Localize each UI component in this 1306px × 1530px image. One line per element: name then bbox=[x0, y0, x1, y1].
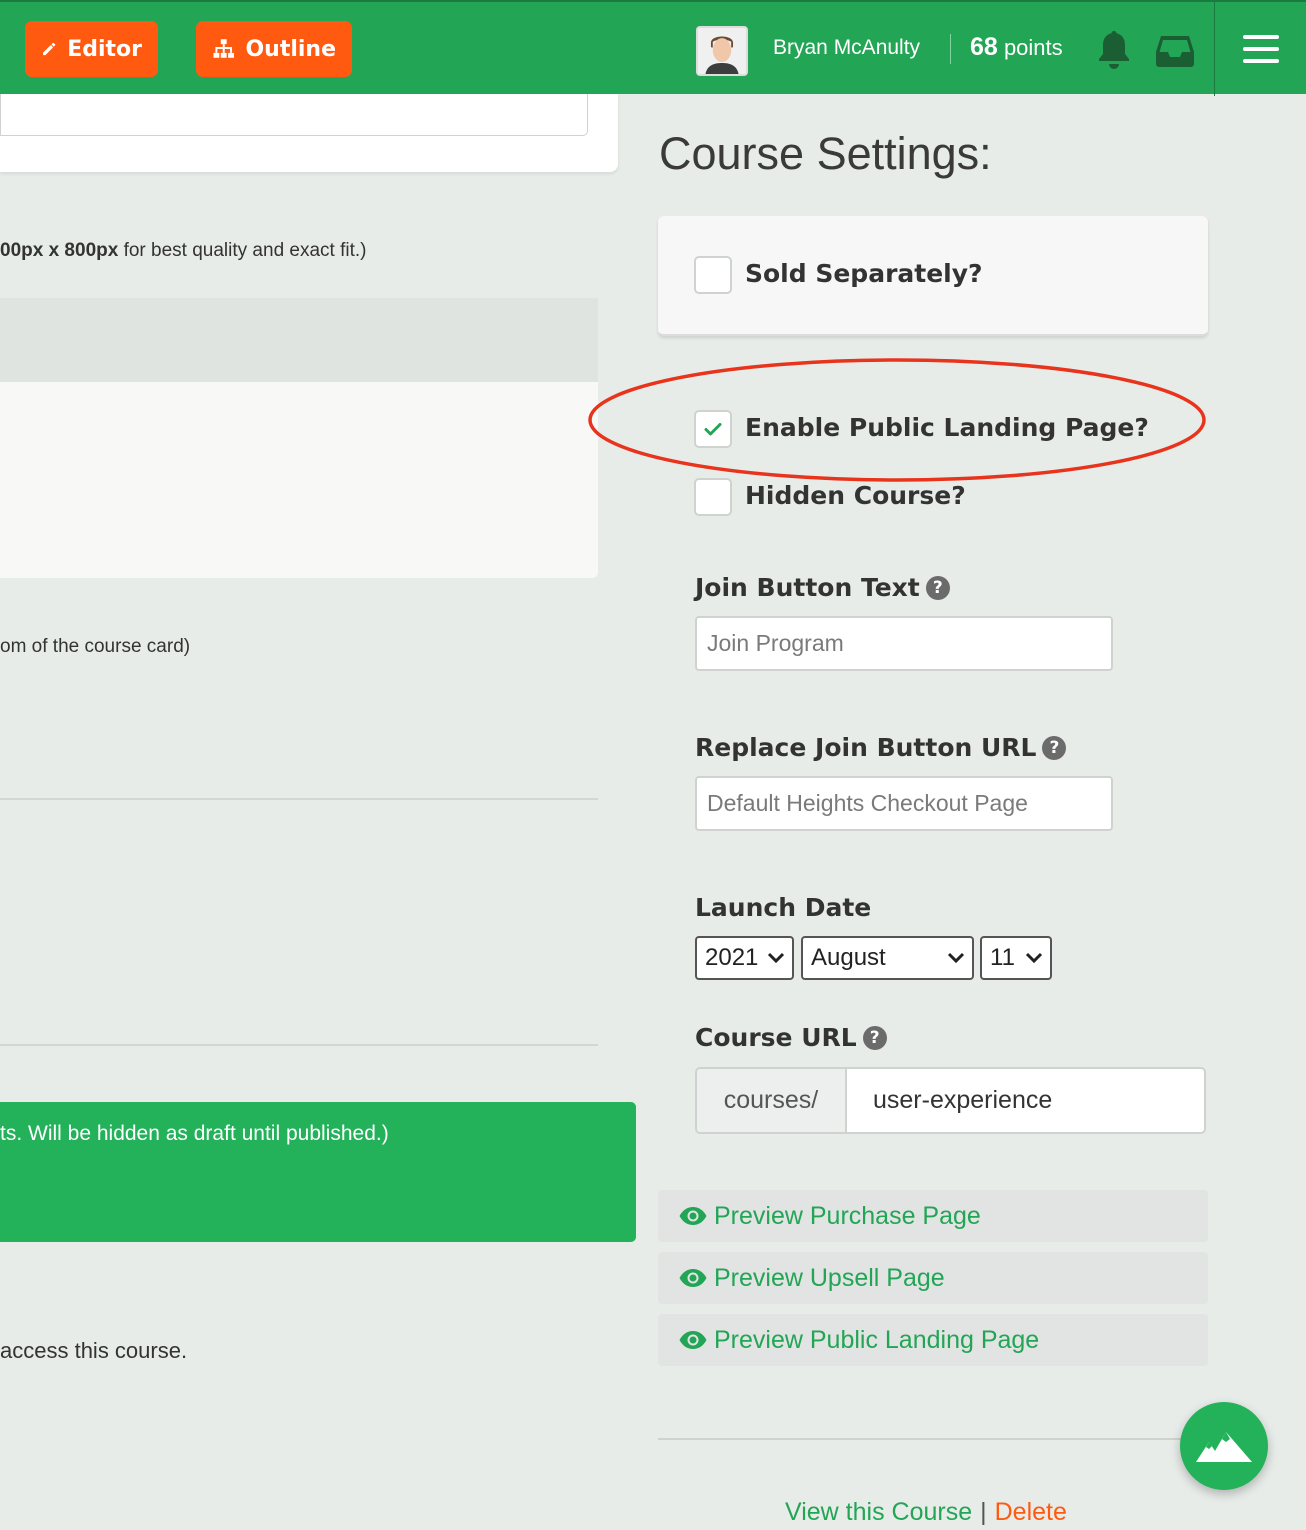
image-size-hint: 00px x 800px for best quality and exact … bbox=[0, 240, 367, 262]
chevron-down-icon bbox=[947, 952, 965, 964]
preview-purchase-page-label: Preview Purchase Page bbox=[714, 1201, 981, 1230]
outline-button-label: Outline bbox=[245, 36, 336, 62]
header-divider bbox=[950, 34, 951, 64]
launch-day-select[interactable]: 11 bbox=[980, 936, 1052, 980]
left-card-top bbox=[0, 94, 618, 172]
launch-year-value: 2021 bbox=[705, 944, 759, 971]
access-note: access this course. bbox=[0, 1338, 188, 1363]
join-button-text-label-text: Join Button Text bbox=[695, 573, 920, 602]
left-input-field[interactable] bbox=[0, 94, 588, 136]
editor-button-label: Editor bbox=[67, 36, 142, 62]
help-icon[interactable]: ? bbox=[925, 575, 950, 600]
hidden-course-checkbox[interactable] bbox=[694, 478, 732, 516]
footer-links: View this Course | Delete bbox=[785, 1498, 1067, 1527]
sold-separately-label[interactable]: Sold Separately? bbox=[745, 259, 983, 288]
chevron-down-icon bbox=[1025, 952, 1043, 964]
replace-join-url-input[interactable] bbox=[695, 776, 1113, 831]
eye-icon bbox=[679, 1269, 707, 1287]
help-icon[interactable]: ? bbox=[1042, 735, 1067, 760]
points-value: 68 bbox=[970, 33, 998, 61]
sitemap-icon bbox=[213, 39, 234, 58]
public-landing-label[interactable]: Enable Public Landing Page? bbox=[745, 413, 1149, 442]
draft-status-text: ts. Will be hidden as draft until publis… bbox=[0, 1122, 389, 1145]
top-navigation-bar: Editor Outline Bryan McAnulty 68 points bbox=[0, 0, 1306, 96]
mountains-icon bbox=[1196, 1432, 1252, 1462]
preview-public-landing-page-button[interactable]: Preview Public Landing Page bbox=[658, 1314, 1208, 1366]
join-button-text-label: Join Button Text ? bbox=[695, 573, 950, 602]
delete-course-link[interactable]: Delete bbox=[995, 1498, 1067, 1526]
launch-day-value: 11 bbox=[990, 944, 1015, 971]
check-icon bbox=[704, 423, 722, 436]
join-button-text-input[interactable] bbox=[695, 616, 1113, 671]
course-url-group: courses/ bbox=[695, 1067, 1206, 1134]
course-url-prefix: courses/ bbox=[697, 1069, 847, 1132]
eye-icon bbox=[679, 1207, 707, 1225]
points-unit: points bbox=[1003, 35, 1063, 60]
preview-purchase-page-button[interactable]: Preview Purchase Page bbox=[658, 1190, 1208, 1242]
image-upload-header bbox=[0, 298, 598, 382]
replace-join-url-label-text: Replace Join Button URL bbox=[695, 733, 1037, 762]
course-card-hint: om of the course card) bbox=[0, 636, 191, 657]
inbox-icon[interactable] bbox=[1155, 32, 1195, 68]
preview-public-landing-page-label: Preview Public Landing Page bbox=[714, 1325, 1040, 1354]
left-divider bbox=[0, 1044, 598, 1046]
bell-icon[interactable] bbox=[1094, 28, 1134, 70]
user-name[interactable]: Bryan McAnulty bbox=[773, 36, 920, 60]
launch-year-select[interactable]: 2021 bbox=[695, 936, 794, 980]
public-landing-checkbox[interactable] bbox=[694, 410, 732, 448]
avatar[interactable] bbox=[696, 26, 748, 76]
hidden-course-label[interactable]: Hidden Course? bbox=[745, 481, 966, 510]
course-url-input[interactable] bbox=[849, 1069, 1204, 1132]
eye-icon bbox=[679, 1331, 707, 1349]
image-upload-area[interactable] bbox=[0, 382, 598, 578]
user-points[interactable]: 68 points bbox=[970, 33, 1063, 62]
view-course-link[interactable]: View this Course bbox=[785, 1498, 972, 1526]
course-url-label: Course URL ? bbox=[695, 1023, 887, 1052]
launch-month-value: August bbox=[811, 944, 886, 971]
hamburger-menu-button[interactable] bbox=[1214, 2, 1306, 96]
chevron-down-icon bbox=[767, 952, 785, 964]
footer-separator: | bbox=[980, 1498, 987, 1526]
editor-button[interactable]: Editor bbox=[25, 21, 158, 77]
left-divider bbox=[0, 798, 598, 800]
pencil-icon bbox=[43, 42, 56, 56]
page-title: Course Settings: bbox=[659, 128, 992, 179]
right-divider bbox=[658, 1438, 1208, 1440]
replace-join-url-label: Replace Join Button URL ? bbox=[695, 733, 1067, 762]
course-url-label-text: Course URL bbox=[695, 1023, 857, 1052]
image-size-hint-rest: for best quality and exact fit.) bbox=[118, 240, 367, 261]
launch-month-select[interactable]: August bbox=[801, 936, 974, 980]
draft-status-panel[interactable]: ts. Will be hidden as draft until publis… bbox=[0, 1102, 636, 1242]
launch-date-label: Launch Date bbox=[695, 893, 871, 922]
preview-upsell-page-label: Preview Upsell Page bbox=[714, 1263, 945, 1292]
sold-separately-checkbox[interactable] bbox=[694, 256, 732, 294]
outline-button[interactable]: Outline bbox=[196, 21, 352, 77]
image-size-hint-bold: 00px x 800px bbox=[0, 240, 119, 261]
help-icon[interactable]: ? bbox=[862, 1025, 887, 1050]
preview-upsell-page-button[interactable]: Preview Upsell Page bbox=[658, 1252, 1208, 1304]
avatar-image bbox=[698, 28, 746, 74]
help-chat-button[interactable] bbox=[1180, 1402, 1268, 1490]
launch-date-label-text: Launch Date bbox=[695, 893, 872, 922]
